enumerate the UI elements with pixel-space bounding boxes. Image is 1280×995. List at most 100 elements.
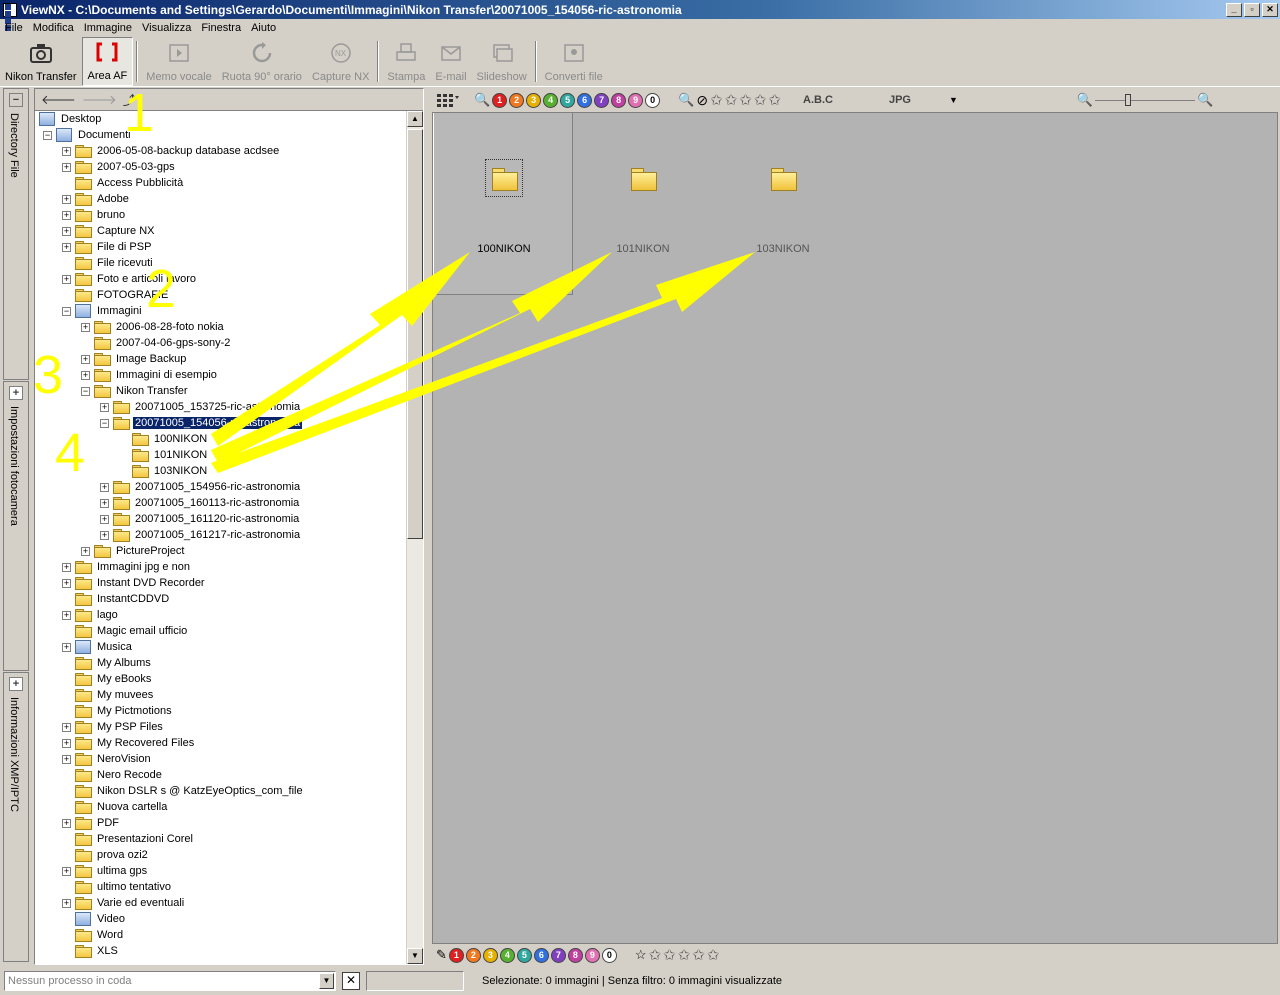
tree-item[interactable]: XLS — [62, 943, 120, 959]
scroll-down-icon[interactable]: ▼ — [407, 948, 423, 964]
tree-item[interactable]: Desktop — [39, 111, 103, 127]
folder-thumbnail[interactable]: 101NIKON — [573, 113, 713, 295]
menu-modifica[interactable]: Modifica — [28, 22, 79, 34]
star-icon[interactable]: ✩ — [710, 93, 723, 108]
expand-icon[interactable]: + — [62, 866, 71, 876]
tool-slideshow-button[interactable]: Slideshow — [472, 37, 532, 86]
expand-icon[interactable]: + — [62, 642, 71, 652]
sort-abc-button[interactable]: A.B.C — [803, 94, 833, 106]
menu-file[interactable]: File — [0, 22, 28, 34]
folder-thumbnail[interactable]: 103NIKON — [713, 113, 853, 295]
back-arrow-icon[interactable]: 🡐 — [41, 92, 76, 108]
tree-item[interactable]: + Adobe — [62, 191, 131, 207]
tree-item[interactable]: prova ozi2 — [62, 847, 150, 863]
apply-label-8-icon[interactable]: 8 — [567, 947, 583, 963]
tree-item[interactable]: 103NIKON — [119, 463, 209, 479]
forward-arrow-icon[interactable]: 🡒 — [82, 92, 117, 108]
cancel-process-button[interactable]: ✕ — [342, 972, 360, 990]
filter-label-3-icon[interactable]: 3 — [526, 92, 542, 108]
tree-item[interactable]: +2006-05-08-backup database acdsee — [62, 143, 281, 159]
expand-icon[interactable]: + — [62, 210, 71, 220]
menu-finestra[interactable]: Finestra — [196, 22, 246, 34]
tool-stampa-button[interactable]: Stampa — [382, 37, 430, 86]
tree-item[interactable]: + NeroVision — [62, 751, 153, 767]
tree-item[interactable]: + bruno — [62, 207, 127, 223]
zoom-in-icon[interactable]: 🔍 — [1197, 92, 1213, 108]
tree-item[interactable]: + My Recovered Files — [62, 735, 196, 751]
tab-directory-file[interactable]: − Directory File — [3, 88, 29, 380]
label-filter-icon[interactable]: 🔍 — [474, 92, 490, 108]
apply-label-3-icon[interactable]: 3 — [482, 947, 498, 963]
tree-item[interactable]: + Immagini di esempio — [81, 367, 219, 383]
rating-filter-icon[interactable]: 🔍 — [678, 92, 694, 108]
star-icon[interactable]: ✩ — [649, 948, 662, 963]
star-icon[interactable]: ✩ — [768, 93, 781, 108]
tree-item[interactable]: + PDF — [62, 815, 121, 831]
expand-icon[interactable]: + — [62, 146, 71, 156]
expand-icon[interactable]: + — [100, 514, 109, 524]
expand-icon[interactable]: + — [62, 194, 71, 204]
tree-item[interactable]: Nero Recode — [62, 767, 164, 783]
apply-label-5-icon[interactable]: 5 — [516, 947, 532, 963]
apply-label-2-icon[interactable]: 2 — [465, 947, 481, 963]
tree-item[interactable]: +20071005_160113-ric-astronomia — [100, 495, 301, 511]
filter-label-5-icon[interactable]: 5 — [560, 92, 576, 108]
tree-item[interactable]: + Capture NX — [62, 223, 156, 239]
tree-item[interactable]: + Musica — [62, 639, 134, 655]
format-dropdown-icon[interactable]: ▼ — [949, 95, 958, 105]
tab-camera-settings[interactable]: + Impostazioni fotocamera — [3, 381, 29, 671]
expand-icon[interactable]: + — [81, 354, 90, 364]
tree-scrollbar[interactable]: ▲ ▼ — [406, 111, 423, 964]
chevron-down-icon[interactable]: ▼ — [319, 973, 334, 989]
tree-item[interactable]: 101NIKON — [119, 447, 209, 463]
scroll-up-icon[interactable]: ▲ — [407, 111, 423, 127]
tree-item[interactable]: − 20071005_154056-ric-astronomia — [100, 415, 303, 431]
tree-item[interactable]: Nikon DSLR s @ KatzEyeOptics_com_file — [62, 783, 305, 799]
expand-icon[interactable]: + — [62, 898, 71, 908]
tool-area-af-button[interactable]: Area AF — [81, 37, 134, 86]
expand-icon[interactable]: + — [9, 386, 23, 400]
zoom-out-icon[interactable]: 🔍 — [1077, 92, 1093, 108]
tool-e-mail-button[interactable]: E-mail — [430, 37, 471, 86]
filter-label-1-icon[interactable]: 1 — [492, 92, 508, 108]
expand-icon[interactable]: + — [100, 498, 109, 508]
tree-item[interactable]: +20071005_161120-ric-astronomia — [100, 511, 301, 527]
tree-item[interactable]: +2007-05-03-gps — [62, 159, 177, 175]
expand-icon[interactable]: + — [62, 226, 71, 236]
tree-item[interactable]: Video — [62, 911, 127, 927]
tree-item[interactable]: +20071005_161217-ric-astronomia — [100, 527, 302, 543]
tool-nikon-transfer-button[interactable]: Nikon Transfer — [0, 37, 82, 86]
tree-item[interactable]: File ricevuti — [62, 255, 155, 271]
tree-item[interactable]: + ultima gps — [62, 863, 149, 879]
pencil-icon[interactable]: ✎ — [436, 947, 447, 963]
filter-label-9-icon[interactable]: 9 — [628, 92, 644, 108]
menu-visualizza[interactable]: Visualizza — [137, 22, 196, 34]
expand-icon[interactable]: + — [62, 578, 71, 588]
star-icon[interactable]: ✩ — [754, 93, 767, 108]
tree-item[interactable]: + File di PSP — [62, 239, 153, 255]
tool-capture-nx-button[interactable]: NX Capture NX — [307, 37, 374, 86]
filter-label-6-icon[interactable]: 6 — [577, 92, 593, 108]
maximize-button[interactable]: ▫ — [1244, 2, 1260, 17]
tree-item[interactable]: + PictureProject — [81, 543, 186, 559]
collapse-icon[interactable]: − — [43, 130, 52, 140]
tree-item[interactable]: +2006-08-28-foto nokia — [81, 319, 226, 335]
star-icon[interactable]: ✩ — [678, 948, 691, 963]
expand-icon[interactable]: + — [9, 677, 23, 691]
collapse-icon[interactable]: − — [81, 386, 90, 396]
expand-icon[interactable]: + — [62, 754, 71, 764]
tree-item[interactable]: + lago — [62, 607, 120, 623]
tree-item[interactable]: + Foto e articoli lavoro — [62, 271, 198, 287]
tree-item[interactable]: + Image Backup — [81, 351, 188, 367]
tool-ruota-90-orario-button[interactable]: Ruota 90° orario — [217, 37, 307, 86]
thumbnail-grid-icon[interactable] — [436, 92, 460, 108]
apply-label-4-icon[interactable]: 4 — [499, 947, 515, 963]
star-icon[interactable]: ✩ — [663, 948, 676, 963]
filter-label-2-icon[interactable]: 2 — [509, 92, 525, 108]
folder-thumbnail[interactable]: 100NIKON — [433, 113, 573, 295]
tab-xmp-iptc[interactable]: + Informazioni XMP/IPTC — [3, 672, 29, 962]
tree-item[interactable]: Magic email ufficio — [62, 623, 189, 639]
expand-icon[interactable]: + — [81, 370, 90, 380]
tree-item[interactable]: + Instant DVD Recorder — [62, 575, 207, 591]
tree-item[interactable]: InstantCDDVD — [62, 591, 171, 607]
